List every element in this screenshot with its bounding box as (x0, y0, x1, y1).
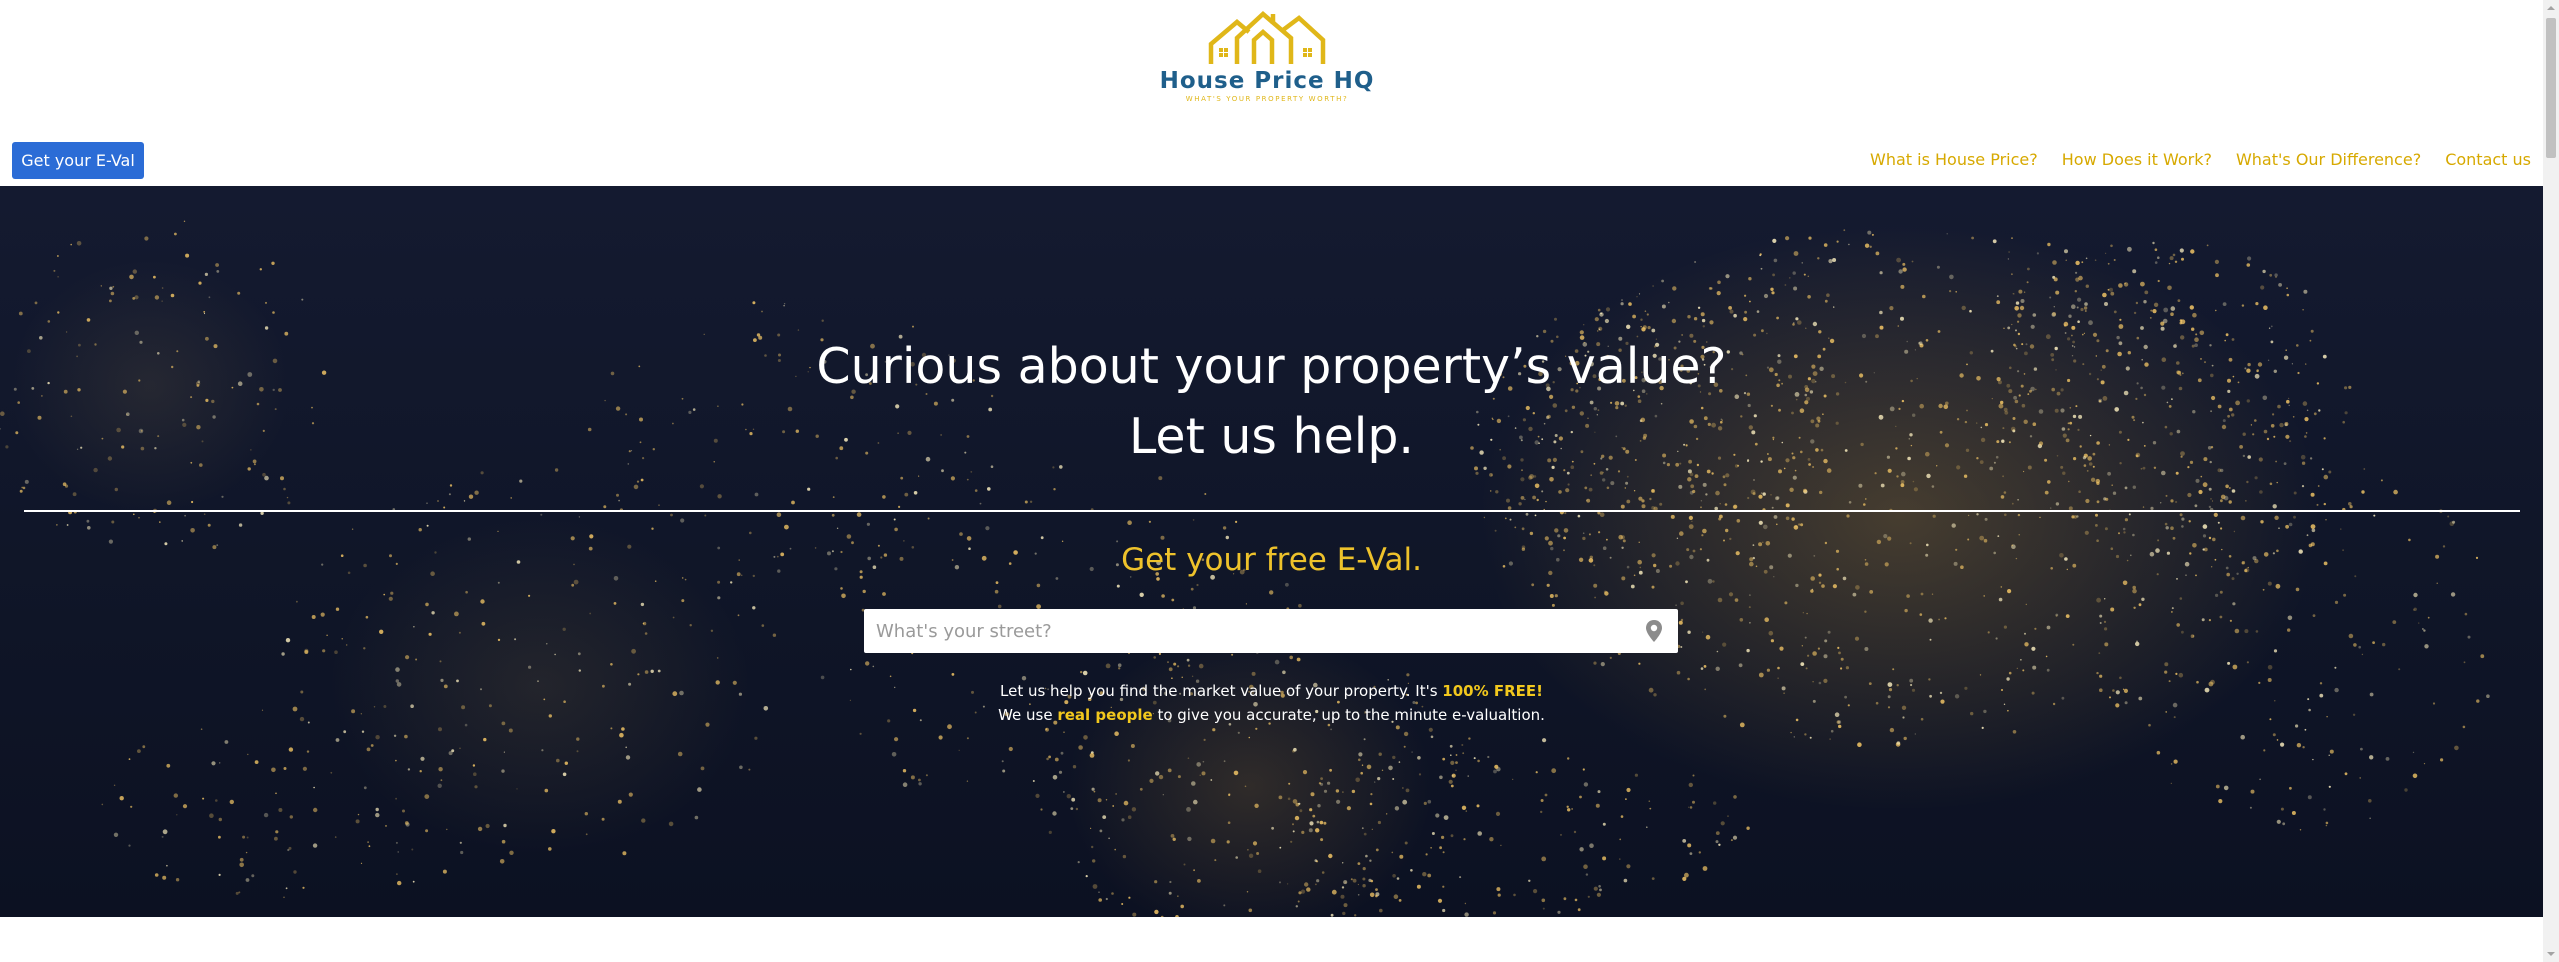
nav-what-is-house-price[interactable]: What is House Price? (1870, 150, 2038, 169)
note-text-pre: We use (998, 706, 1058, 724)
logo-name: House Price HQ (1159, 68, 1375, 94)
note-text-post: to give you accurate, up to the minute e… (1152, 706, 1545, 724)
page-scrollbar[interactable] (2543, 0, 2559, 962)
note-text: Let us help you find the market value of… (1000, 682, 1443, 700)
site-header: House Price HQ WHAT'S YOUR PROPERTY WORT… (0, 0, 2543, 186)
nav-contact-us[interactable]: Contact us (2445, 150, 2531, 169)
hero-title-line-1: Curious about your property’s value? (816, 338, 1727, 395)
scroll-up-arrow-icon[interactable] (2543, 0, 2559, 16)
map-pin-icon[interactable] (1644, 619, 1664, 643)
logo-tagline: WHAT'S YOUR PROPERTY WORTH? (1185, 95, 1349, 103)
house-logo-icon (1208, 10, 1326, 64)
hero-section: Curious about your property’s value? Let… (0, 186, 2543, 917)
street-search-box (864, 609, 1678, 653)
scroll-down-arrow-icon[interactable] (2543, 946, 2559, 962)
street-search-input[interactable] (864, 609, 1624, 653)
free-highlight: 100% FREE! (1442, 682, 1543, 700)
hero-subtitle: Get your free E-Val. (1121, 542, 1422, 578)
hero-note-line-2: We use real people to give you accurate,… (0, 703, 2543, 727)
real-people-highlight: real people (1057, 706, 1153, 724)
nav-how-does-it-work[interactable]: How Does it Work? (2062, 150, 2212, 169)
nav-whats-our-difference[interactable]: What's Our Difference? (2236, 150, 2421, 169)
hero-divider (24, 510, 2520, 512)
hero-note-line-1: Let us help you find the market value of… (0, 679, 2543, 703)
scrollbar-thumb[interactable] (2546, 18, 2556, 158)
site-logo[interactable]: House Price HQ WHAT'S YOUR PROPERTY WORT… (1160, 10, 1373, 114)
get-eval-button[interactable]: Get your E-Val (12, 142, 144, 179)
main-nav: What is House Price? How Does it Work? W… (1870, 150, 2531, 169)
hero-title-line-2: Let us help. (1128, 408, 1415, 465)
